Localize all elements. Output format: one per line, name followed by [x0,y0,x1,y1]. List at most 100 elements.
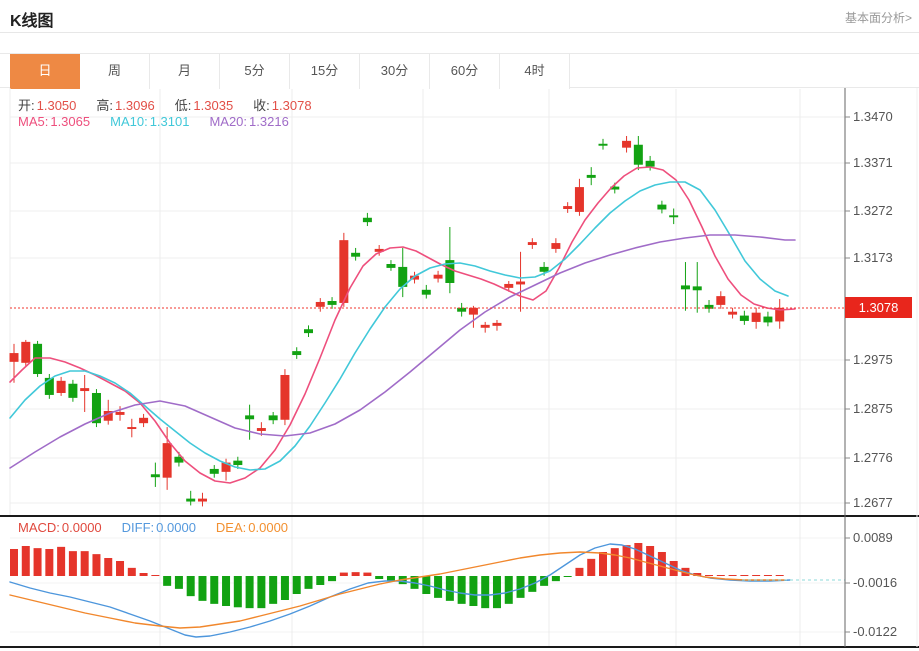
kline-chart-canvas[interactable] [0,0,919,651]
dea-line [10,552,785,628]
candle-body [292,351,301,355]
candle-body [316,302,325,307]
ma5-line [10,167,795,483]
candle-body [328,301,337,305]
candle-body [57,381,66,393]
macd-bar [458,576,466,604]
candle-body [363,218,372,222]
macd-bar [717,575,725,576]
macd-bar [505,576,513,604]
macd-bar [599,552,607,576]
macd-bar [469,576,477,606]
macd-bar [623,545,631,576]
macd-bar [552,576,560,581]
macd-bar [587,559,595,576]
macd-bar [340,573,348,576]
candle-body [551,243,560,249]
candle-body [257,428,266,431]
candle-body [21,342,30,363]
macd-bar [729,575,737,576]
macd-bar [293,576,301,594]
macd-bar [328,576,336,581]
candle-body [434,275,443,279]
macd-bar [187,576,195,596]
macd-bar [316,576,324,585]
candle-body [116,412,125,415]
diff-line [10,544,790,637]
macd-bar [210,576,218,604]
macd-bar [281,576,289,600]
candle-body [151,474,160,477]
macd-bar [234,576,242,607]
candle-body [575,187,584,212]
macd-bar [22,546,30,576]
candle-body [681,285,690,289]
candle-body [528,242,537,245]
candle-body [210,469,219,474]
macd-bar [611,548,619,576]
macd-bar [375,576,383,579]
candle-body [127,427,136,429]
macd-bar [564,576,572,577]
macd-bar [646,546,654,576]
macd-bar [776,575,784,576]
macd-bar [163,576,171,586]
macd-bar [352,572,360,576]
candle-body [669,215,678,217]
macd-bar [151,575,159,576]
candle-body [280,375,289,420]
candle-body [80,388,89,391]
candle-body [198,499,207,502]
macd-bar [57,547,65,576]
macd-bar [305,576,313,589]
macd-bar [740,575,748,576]
kline-widget: K线图 基本面分析> 日周月5分15分30分60分4时 开:1.3050高:1.… [0,0,919,651]
candle-body [139,418,148,423]
candle-body [622,141,631,148]
macd-bar [198,576,206,601]
candle-body [351,253,360,257]
candle-body [469,308,478,315]
macd-bar [764,575,772,576]
ma10-line [10,182,788,470]
macd-bar [446,576,454,601]
macd-bar [222,576,230,606]
macd-bar [175,576,183,589]
macd-bar [257,576,265,608]
candle-body [481,325,490,328]
candle-body [693,286,702,290]
candle-body [386,264,395,268]
macd-bar [140,573,148,576]
macd-bar [69,551,77,576]
chart-region [0,88,919,651]
candle-body [504,284,513,288]
candle-body [716,296,725,305]
candle-body [186,499,195,502]
macd-bar [493,576,501,608]
macd-bar [45,549,53,576]
macd-bar [752,575,760,576]
candle-body [163,443,172,478]
candle-body [269,415,278,420]
macd-bar [705,575,713,576]
candle-body [540,267,549,272]
candle-body [599,144,608,146]
candle-body [646,161,655,167]
candle-body [233,461,242,465]
macd-bar [81,551,89,576]
macd-bar [575,568,583,576]
macd-bar [104,558,112,576]
candle-body [492,323,501,326]
macd-bar [481,576,489,608]
candle-body [68,384,77,398]
candle-body [304,329,313,333]
macd-bar [269,576,277,604]
candle-body [728,312,737,315]
candle-body [245,415,254,419]
macd-bar [116,561,124,576]
macd-bar [92,554,100,576]
macd-bar [363,573,371,576]
macd-bar [246,576,254,608]
macd-bar [658,552,666,576]
candle-body [740,316,749,321]
